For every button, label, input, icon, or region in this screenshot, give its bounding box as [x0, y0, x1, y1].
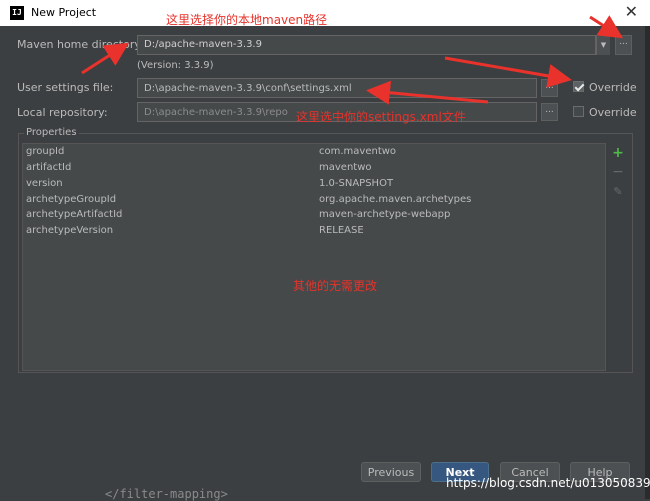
maven-home-combobox[interactable]: D:/apache-maven-3.3.9: [137, 35, 596, 55]
watermark-text: https://blog.csdn.net/u013050839: [446, 476, 650, 490]
table-row[interactable]: artifactId maventwo: [23, 160, 605, 175]
properties-title: Properties: [24, 127, 79, 138]
user-settings-label: User settings file:: [17, 81, 114, 94]
local-repository-label: Local repository:: [17, 106, 108, 119]
table-row[interactable]: groupId com.maventwo: [23, 144, 605, 159]
property-value: 1.0-SNAPSHOT: [319, 178, 394, 189]
settings-override-label: Override: [589, 81, 637, 94]
maven-version-text: (Version: 3.3.9): [137, 60, 214, 71]
previous-button[interactable]: Previous: [361, 462, 421, 482]
settings-override-checkbox[interactable]: [573, 81, 584, 92]
property-value: RELEASE: [319, 225, 364, 236]
property-value: maventwo: [319, 162, 372, 173]
add-icon[interactable]: +: [611, 146, 625, 160]
annotation-no-change: 其他的无需更改: [293, 279, 378, 293]
properties-table[interactable]: groupId com.maventwo artifactId maventwo…: [22, 143, 606, 371]
table-row[interactable]: archetypeArtifactId maven-archetype-weba…: [23, 207, 605, 222]
window-title: New Project: [31, 6, 97, 19]
property-key: archetypeArtifactId: [26, 209, 123, 220]
close-icon[interactable]: ✕: [625, 2, 638, 21]
edit-icon[interactable]: ✎: [611, 185, 625, 199]
local-repository-browse-button[interactable]: ...: [541, 103, 558, 121]
annotation-maven-path: 这里选择你的本地maven路径: [166, 13, 328, 27]
property-key: archetypeGroupId: [26, 194, 117, 205]
repo-override-checkbox[interactable]: [573, 106, 584, 117]
property-key: version: [26, 178, 63, 189]
property-key: archetypeVersion: [26, 225, 114, 236]
table-row[interactable]: archetypeVersion RELEASE: [23, 223, 605, 238]
annotation-settings-file: 这里选中你的settings.xml文件: [296, 110, 466, 124]
repo-override-label: Override: [589, 106, 637, 119]
property-value: com.maventwo: [319, 146, 397, 157]
property-key: groupId: [26, 146, 65, 157]
property-key: artifactId: [26, 162, 72, 173]
chevron-down-icon[interactable]: ▼: [596, 35, 610, 55]
user-settings-field[interactable]: D:\apache-maven-3.3.9\conf\settings.xml: [137, 78, 537, 98]
background-editor-strip: [645, 26, 650, 499]
remove-icon[interactable]: −: [611, 165, 625, 179]
table-row[interactable]: archetypeGroupId org.apache.maven.archet…: [23, 192, 605, 207]
properties-toolbar: + − ✎: [606, 143, 631, 371]
maven-home-label: Maven home directory:: [17, 38, 144, 51]
intellij-logo-icon: IJ: [10, 6, 24, 20]
table-row[interactable]: version 1.0-SNAPSHOT: [23, 176, 605, 191]
property-value: org.apache.maven.archetypes: [319, 194, 472, 205]
property-value: maven-archetype-webapp: [319, 209, 451, 220]
user-settings-browse-button[interactable]: ...: [541, 79, 558, 97]
maven-home-browse-button[interactable]: ...: [615, 35, 632, 55]
